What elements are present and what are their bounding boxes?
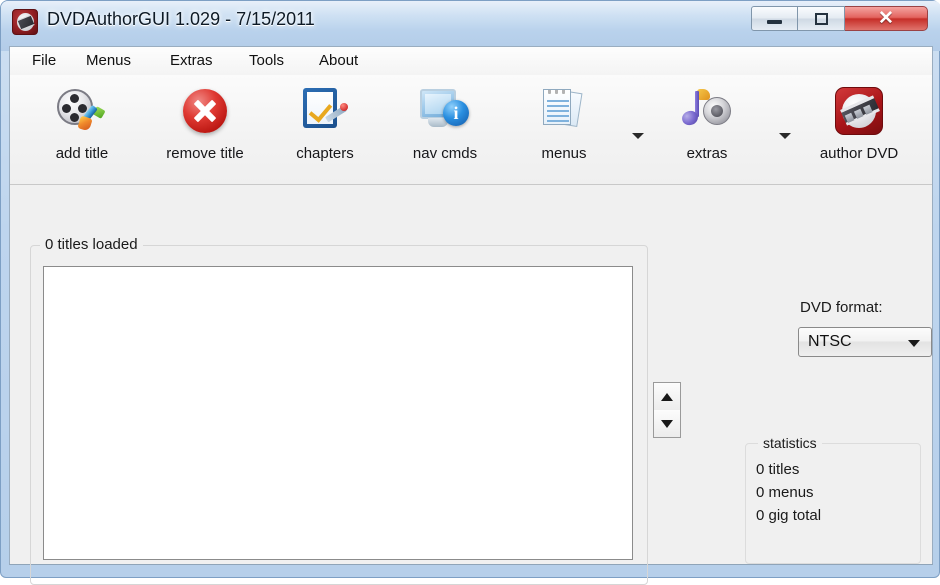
notepad-icon (536, 83, 592, 139)
minimize-icon (767, 20, 782, 24)
close-button[interactable]: ✕ (845, 6, 928, 31)
filmstrip-frame (863, 104, 873, 115)
move-up-button[interactable] (654, 383, 680, 411)
notepad-line (547, 110, 569, 112)
menu-bar: File Menus Extras Tools About (10, 47, 932, 76)
menu-item-tools[interactable]: Tools (241, 51, 292, 73)
toolbar-button-remove-title[interactable]: remove title (147, 81, 263, 177)
toolbar-label-author-dvd: author DVD (819, 145, 899, 162)
notepad-front-page (543, 89, 571, 125)
filmstrip-frame (853, 108, 864, 119)
statistics-menus: 0 menus (756, 484, 814, 501)
minimize-button[interactable] (751, 6, 798, 31)
reel-hole (62, 104, 71, 113)
toolbar-label-remove-title: remove title (166, 145, 244, 162)
application-window: DVDAuthorGUI 1.029 - 7/15/2011 ✕ File Me… (0, 0, 940, 585)
monitor-info-icon: i (417, 83, 473, 139)
notepad-line (547, 120, 569, 122)
toolbar-button-extras[interactable]: extras (660, 81, 754, 177)
toolbar-label-menus: menus (541, 145, 587, 162)
dvd-format-select[interactable]: NTSC (798, 327, 932, 357)
menu-item-extras[interactable]: Extras (162, 51, 221, 73)
dvd-badge-shape (835, 87, 883, 135)
toolbar-button-chapters[interactable]: chapters (274, 81, 376, 177)
dvd-filmstrip-icon (831, 83, 887, 139)
move-down-button[interactable] (654, 410, 680, 437)
menu-item-menus[interactable]: Menus (78, 51, 139, 73)
maximize-icon (814, 12, 828, 25)
toolbar-button-nav-cmds[interactable]: i nav cmds (392, 81, 498, 177)
speaker-shape (703, 97, 731, 125)
close-icon: ✕ (878, 8, 894, 29)
titles-order-spinner[interactable] (653, 382, 681, 438)
chevron-down-icon (908, 340, 920, 347)
statistics-titles: 0 titles (756, 461, 800, 478)
toolbar: add title remove title chapters i nav cm… (10, 75, 932, 185)
toolbar-label-nav-cmds: nav cmds (412, 145, 478, 162)
title-bar[interactable]: DVDAuthorGUI 1.029 - 7/15/2011 ✕ (1, 1, 940, 46)
client-area: File Menus Extras Tools About add title … (9, 46, 933, 585)
statistics-groupbox-label: statistics (758, 435, 822, 451)
pencil-shape (323, 101, 349, 127)
toolbar-label-extras: extras (686, 145, 728, 162)
notepad-line (547, 115, 569, 117)
red-x-circle-icon (177, 83, 233, 139)
red-circle-shape (183, 89, 227, 133)
titles-groupbox-label: 0 titles loaded (40, 236, 143, 253)
notepad-spiral (548, 90, 551, 94)
toolbar-button-add-title[interactable]: add title (27, 81, 137, 177)
menu-item-about[interactable]: About (311, 51, 366, 73)
info-badge-icon: i (443, 100, 469, 126)
notepad-spiral (555, 90, 558, 94)
toolbar-button-author-dvd[interactable]: author DVD (801, 81, 917, 177)
checklist-pencil-icon (297, 83, 353, 139)
filmstrip-frame (844, 112, 855, 123)
music-speaker-icon (679, 83, 735, 139)
notepad-line (547, 105, 569, 107)
dvd-format-label: DVD format: (800, 299, 883, 316)
reel-hole (70, 94, 79, 103)
arrow-down-icon (661, 419, 673, 428)
dvd-format-value: NTSC (808, 333, 852, 350)
statistics-gig-total: 0 gig total (756, 507, 822, 524)
menus-dropdown-caret-icon[interactable] (632, 133, 644, 139)
toolbar-label-add-title: add title (55, 145, 109, 162)
brush-tip (77, 115, 93, 132)
arrow-up-icon (661, 392, 673, 401)
maximize-button[interactable] (798, 6, 845, 31)
pencil-tip (340, 103, 348, 111)
paintbrush-shape (77, 104, 106, 133)
toolbar-button-menus[interactable]: menus (518, 81, 610, 177)
menu-item-file[interactable]: File (24, 51, 64, 73)
film-reel-brush-icon (54, 83, 110, 139)
titles-listbox[interactable] (43, 266, 633, 560)
work-area: 0 titles loaded DVD format: NTSC statist… (10, 185, 932, 585)
toolbar-label-chapters: chapters (296, 145, 354, 162)
window-title: DVDAuthorGUI 1.029 - 7/15/2011 (47, 9, 315, 29)
notepad-spiral (562, 90, 565, 94)
extras-dropdown-caret-icon[interactable] (779, 133, 791, 139)
speaker-cone (711, 105, 723, 117)
notepad-line (547, 100, 569, 102)
app-icon[interactable] (12, 9, 38, 35)
